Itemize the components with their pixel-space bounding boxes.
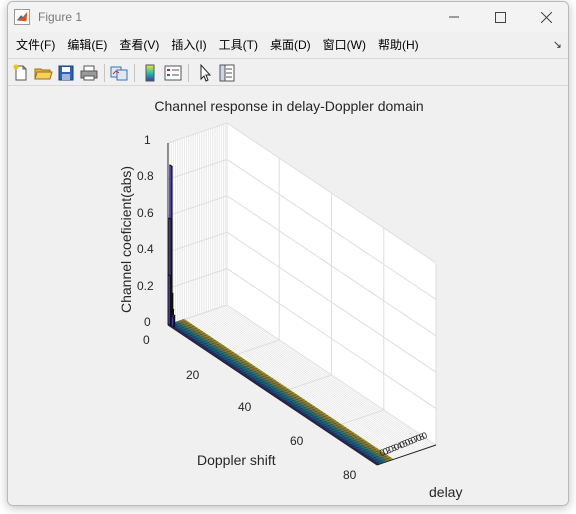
maximize-icon — [494, 11, 506, 23]
property-inspector-icon[interactable] — [217, 63, 237, 83]
figure-window: Figure 1 文件(F) 编辑(E) 查看(V) 插入(I) 工具(T) 桌… — [7, 1, 569, 506]
x-tick-label: 0 — [143, 333, 150, 347]
colorbar-icon[interactable] — [140, 63, 160, 83]
bar3-plot[interactable] — [8, 87, 569, 506]
x-tick-label: 20 — [186, 368, 200, 382]
menu-bar: 文件(F) 编辑(E) 查看(V) 插入(I) 工具(T) 桌面(D) 窗口(W… — [8, 33, 568, 57]
bar — [170, 315, 175, 328]
z-tick-label: 0.6 — [137, 206, 154, 220]
save-icon[interactable] — [56, 63, 76, 83]
menu-file[interactable]: 文件(F) — [10, 33, 61, 57]
menu-desktop[interactable]: 桌面(D) — [264, 33, 317, 57]
bar-front-face — [167, 274, 171, 326]
bar-front-face — [171, 315, 174, 328]
menu-overflow-icon[interactable]: ↘ — [553, 33, 562, 57]
z-axis-label: Channel coeficient(abs) — [118, 165, 134, 313]
x-tick-label: 60 — [290, 434, 304, 448]
title-bar[interactable]: Figure 1 — [8, 2, 568, 32]
pointer-icon[interactable] — [195, 63, 215, 83]
bar-side-face — [173, 317, 175, 328]
link-plot-icon[interactable] — [109, 63, 129, 83]
x-tick-label: 40 — [238, 400, 252, 414]
matlab-logo-icon — [14, 9, 30, 25]
bar — [167, 274, 172, 326]
figure-toolbar — [8, 58, 568, 86]
minimize-icon — [449, 16, 459, 18]
x-tick-label: 80 — [343, 468, 357, 482]
window-title: Figure 1 — [38, 10, 83, 24]
menu-insert[interactable]: 插入(I) — [165, 33, 212, 57]
x-axis-label: Doppler shift — [197, 452, 276, 468]
menu-view[interactable]: 查看(V) — [113, 33, 165, 57]
toolbar-separator — [188, 64, 189, 82]
close-icon — [540, 11, 552, 23]
maximize-button[interactable] — [477, 2, 523, 32]
y-axis-label: delay — [429, 484, 463, 500]
menu-tools[interactable]: 工具(T) — [213, 33, 264, 57]
figure-canvas[interactable]: Channel response in delay-Doppler domain… — [8, 87, 569, 506]
minimize-button[interactable] — [431, 2, 477, 32]
z-tick-label: 0.8 — [137, 169, 154, 183]
bar-side-face — [169, 275, 172, 326]
open-file-icon[interactable] — [33, 63, 53, 83]
menu-window[interactable]: 窗口(W) — [317, 33, 372, 57]
print-icon[interactable] — [79, 63, 99, 83]
z-tick-label: 1 — [144, 133, 151, 147]
close-button[interactable] — [523, 2, 568, 32]
menu-help[interactable]: 帮助(H) — [372, 33, 425, 57]
z-tick-label: 0.4 — [137, 242, 154, 256]
toolbar-separator — [104, 64, 105, 82]
toolbar-separator — [134, 64, 135, 82]
z-tick-label: 0 — [144, 315, 151, 329]
z-tick-label: 0.2 — [137, 279, 154, 293]
menu-edit[interactable]: 编辑(E) — [61, 33, 113, 57]
legend-icon[interactable] — [163, 63, 183, 83]
new-figure-icon[interactable] — [11, 63, 31, 83]
